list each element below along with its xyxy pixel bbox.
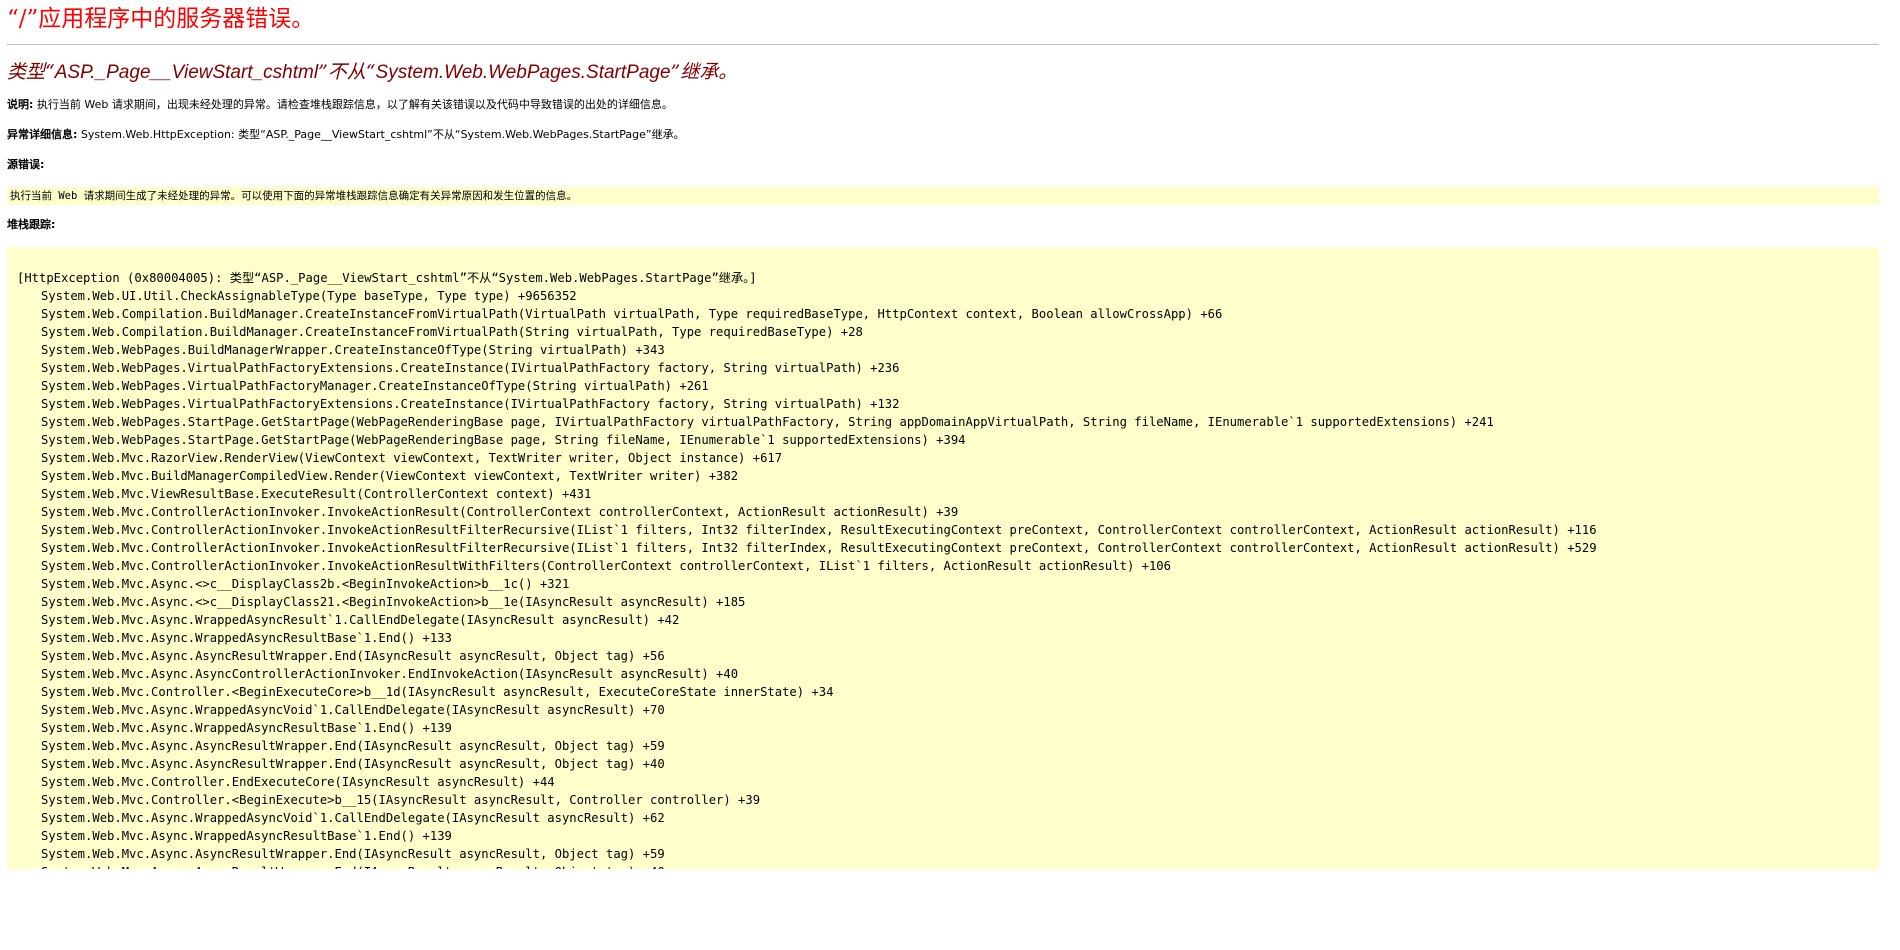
stack-trace-line: System.Web.WebPages.StartPage.GetStartPa… [41,415,1494,429]
stack-trace-line: System.Web.WebPages.VirtualPathFactoryEx… [41,397,900,411]
error-message-type: ASP._Page__ViewStart_cshtml [54,62,319,83]
error-page: “/”应用程序中的服务器错误。 类型“ASP._Page__ViewStart_… [0,0,1886,946]
stack-trace-line: System.Web.Mvc.ControllerActionInvoker.I… [41,541,1597,555]
stack-trace-line: System.Web.Compilation.BuildManager.Crea… [41,307,1223,321]
exception-label: 异常详细信息: [7,128,78,141]
stack-trace-line: System.Web.Mvc.Async.AsyncControllerActi… [41,667,739,681]
description-section: 说明: 执行当前 Web 请求期间，出现未经处理的异常。请检查堆栈跟踪信息，以了… [7,97,1879,113]
stack-trace-line: System.Web.WebPages.VirtualPathFactoryMa… [41,379,709,393]
stack-trace-line: System.Web.Mvc.Async.AsyncResultWrapper.… [41,649,665,663]
stack-trace-line: System.Web.Mvc.RazorView.RenderView(View… [41,451,783,465]
description-label: 说明: [7,98,34,111]
stack-trace-line: System.Web.Mvc.Async.<>c__DisplayClass21… [41,595,746,609]
stack-trace-line: System.Web.Mvc.Async.WrappedAsyncResultB… [41,631,452,645]
stack-trace-line: System.Web.Mvc.ControllerActionInvoker.I… [41,505,959,519]
stack-trace-line: System.Web.Mvc.Async.WrappedAsyncVoid`1.… [41,703,665,717]
stack-trace-line: System.Web.UI.Util.CheckAssignableType(T… [41,289,577,303]
stack-trace-line: System.Web.Mvc.Controller.EndExecuteCore… [41,775,555,789]
exception-text: System.Web.HttpException: 类型“ASP._Page__… [77,128,685,141]
description-text: 执行当前 Web 请求期间，出现未经处理的异常。请检查堆栈跟踪信息，以了解有关该… [33,98,673,111]
page-title: “/”应用程序中的服务器错误。 [7,6,315,32]
title-divider [7,44,1879,45]
stack-trace-line: System.Web.Mvc.Async.WrappedAsyncResultB… [41,829,452,843]
stack-trace-line: System.Web.Mvc.Controller.<BeginExecute>… [41,793,761,807]
error-message: 类型“ASP._Page__ViewStart_cshtml”不从“System… [7,60,1879,85]
error-message-base: System.Web.WebPages.StartPage [375,62,671,83]
stack-trace-line: System.Web.Mvc.Async.WrappedAsyncVoid`1.… [41,811,665,825]
exception-details-section: 异常详细信息: System.Web.HttpException: 类型“ASP… [7,127,1879,143]
stack-trace-header: [HttpException (0x80004005): 类型“ASP._Pag… [17,271,757,285]
error-message-mid: ”不从“ [318,61,376,83]
stack-trace-line: System.Web.Mvc.Async.<>c__DisplayClass2b… [41,577,570,591]
stack-trace-line: System.Web.Mvc.Async.AsyncResultWrapper.… [41,757,665,771]
error-message-prefix: 类型“ [7,61,55,83]
error-message-suffix: ”继承。 [670,61,738,83]
stack-trace-label: 堆栈跟踪: [7,218,56,231]
stack-trace-line: System.Web.Compilation.BuildManager.Crea… [41,325,863,339]
stack-trace-line: System.Web.Mvc.Controller.<BeginExecuteC… [41,685,834,699]
stack-trace-line: System.Web.WebPages.BuildManagerWrapper.… [41,343,665,357]
stack-trace-lines: System.Web.UI.Util.CheckAssignableType(T… [17,287,1869,869]
stack-trace-line: System.Web.Mvc.Async.AsyncResultWrapper.… [41,739,665,753]
source-error-label: 源错误: [7,158,45,171]
stack-trace-line: System.Web.Mvc.ControllerActionInvoker.I… [41,523,1597,537]
stack-trace-line: System.Web.Mvc.BuildManagerCompiledView.… [41,469,739,483]
stack-trace-line: System.Web.Mvc.ViewResultBase.ExecuteRes… [41,487,592,501]
stack-trace-line: System.Web.WebPages.VirtualPathFactoryEx… [41,361,900,375]
source-error-text: 执行当前 Web 请求期间生成了未经处理的异常。可以使用下面的异常堆栈跟踪信息确… [10,190,578,202]
stack-trace-box: [HttpException (0x80004005): 类型“ASP._Pag… [7,247,1879,869]
stack-trace-line: System.Web.Mvc.Async.WrappedAsyncResult`… [41,613,680,627]
stack-trace-line: System.Web.WebPages.StartPage.GetStartPa… [41,433,966,447]
stack-trace-line: System.Web.Mvc.Async.AsyncResultWrapper.… [41,847,665,861]
source-error-box: 执行当前 Web 请求期间生成了未经处理的异常。可以使用下面的异常堆栈跟踪信息确… [7,187,1879,205]
stack-trace-line: System.Web.Mvc.Async.WrappedAsyncResultB… [41,721,452,735]
stack-trace-line: System.Web.Mvc.ControllerActionInvoker.I… [41,559,1171,573]
stack-trace-line: System.Web.Mvc.Async.AsyncResultWrapper.… [17,863,1869,869]
